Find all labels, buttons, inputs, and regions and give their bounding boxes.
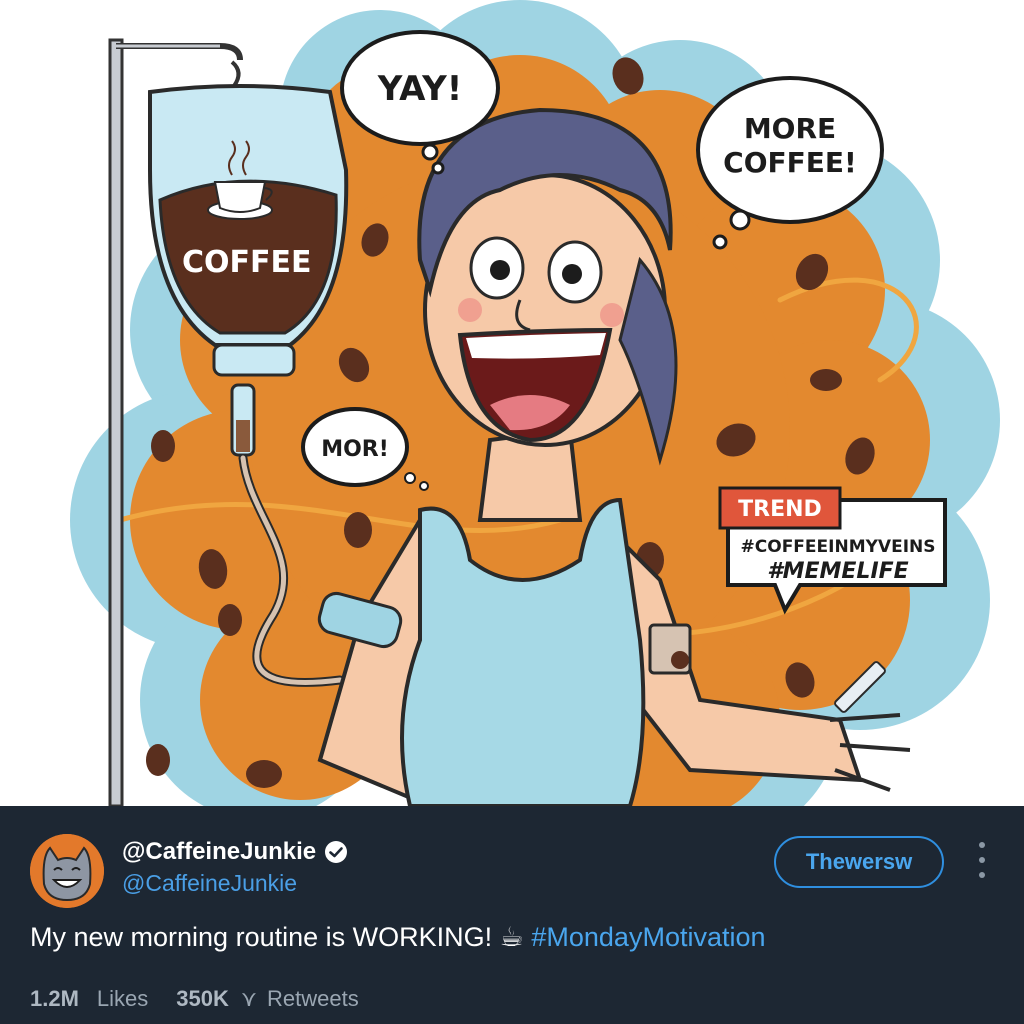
user-handle[interactable]: @CaffeineJunkie <box>122 870 297 897</box>
likes-count[interactable]: 1.2M <box>30 986 79 1012</box>
display-name-text: @CaffeineJunkie <box>122 838 317 865</box>
iv-bag-label: COFFEE <box>182 245 312 280</box>
trend-hashtag-2: #MEMELIFE <box>767 559 908 584</box>
mor-text: MOR! <box>321 437 389 462</box>
likes-label[interactable]: Likes <box>97 986 148 1012</box>
display-name[interactable]: @CaffeineJunkie <box>122 838 348 866</box>
coffee-cup-icon: ☕ <box>499 922 524 953</box>
avatar[interactable] <box>30 834 104 908</box>
meme-illustration: COFFEE YAY! MORE COFFEE! MOR! TREND #COF… <box>0 0 1024 806</box>
trend-label: TREND <box>738 497 822 522</box>
trend-hashtag-1: #COFFEEINMYVEINS <box>741 537 936 557</box>
more-coffee-line1: MORE <box>744 112 836 145</box>
yay-text: YAY! <box>377 69 463 109</box>
grinning-cat-icon <box>30 834 104 908</box>
retweets-count[interactable]: 350K <box>176 986 229 1012</box>
tweet-card: @CaffeineJunkie @CaffeineJunkie Thewersw… <box>0 806 1024 1024</box>
tweet-text: My new morning routine is WORKING! ☕ #Mo… <box>30 922 766 953</box>
engagement-stats: 1.2M Likes 350K ⋎ Retweets <box>30 986 359 1012</box>
more-options-icon[interactable] <box>972 842 992 878</box>
verified-badge-icon <box>325 841 348 863</box>
follow-button[interactable]: Thewersw <box>774 836 944 888</box>
retweet-icon[interactable]: ⋎ <box>241 987 257 1012</box>
retweets-label[interactable]: Retweets <box>267 986 359 1012</box>
coffee-iv-artwork: COFFEE YAY! MORE COFFEE! MOR! TREND #COF… <box>70 0 1000 806</box>
more-coffee-line2: COFFEE! <box>723 146 857 179</box>
hashtag-link[interactable]: #MondayMotivation <box>531 922 765 952</box>
tweet-body: My new morning routine is WORKING! <box>30 922 493 952</box>
